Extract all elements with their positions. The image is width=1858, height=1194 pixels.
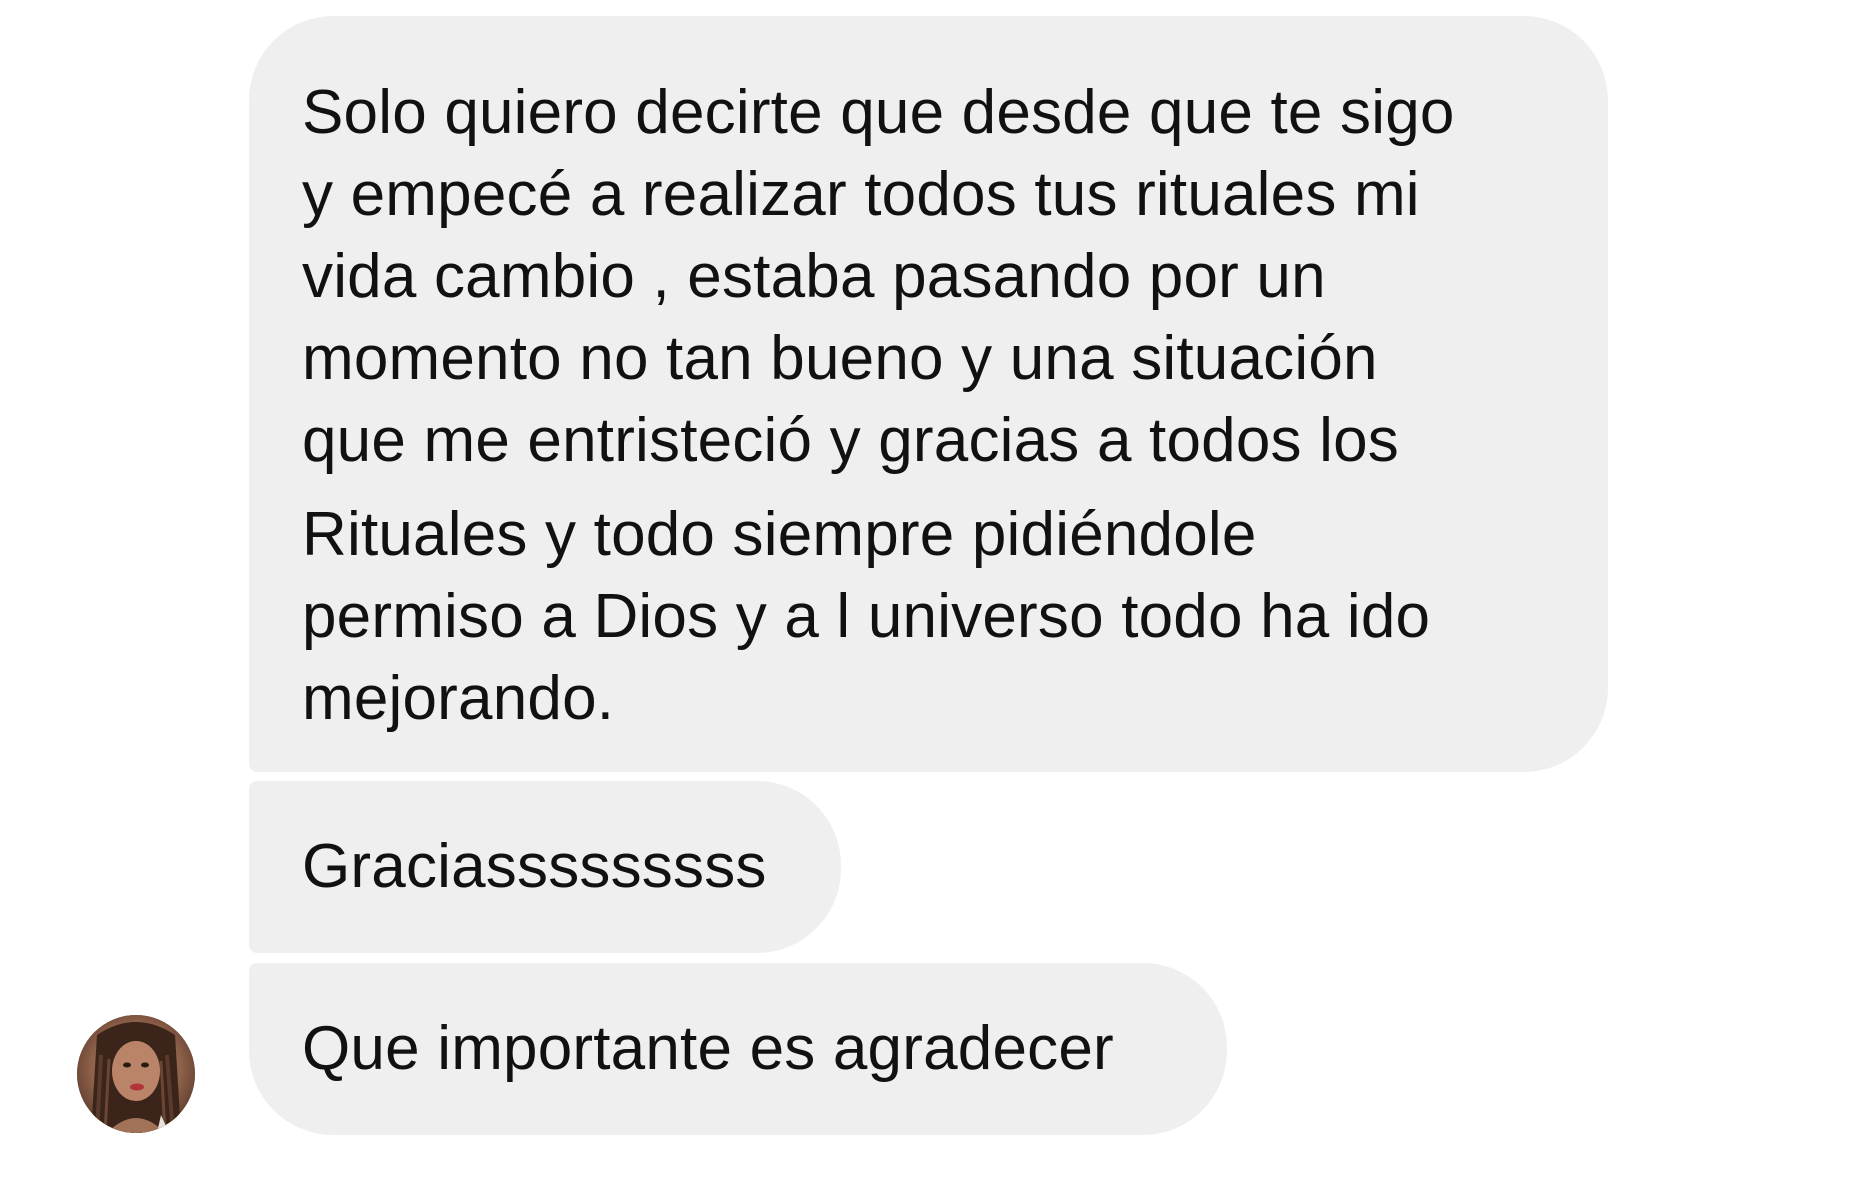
message-bubble[interactable]: Solo quiero decirte que desde que te sig…: [249, 16, 1608, 772]
message-line: mejorando.: [302, 664, 615, 733]
message-line: y empecé a realizar todos tus rituales m…: [302, 160, 1420, 229]
message-bubble[interactable]: Graciasssssssss: [249, 781, 841, 953]
message-text: Graciasssssssss: [302, 832, 767, 901]
message-line: permiso a Dios y a l universo todo ha id…: [302, 582, 1431, 651]
profile-photo-icon: [77, 1015, 195, 1133]
message-bubble[interactable]: Que importante es agradecer: [249, 963, 1227, 1135]
message-line: momento no tan bueno y una situación: [302, 324, 1378, 393]
avatar[interactable]: [77, 1015, 195, 1133]
message-text: Que importante es agradecer: [302, 1014, 1114, 1083]
message-line: Solo quiero decirte que desde que te sig…: [302, 78, 1455, 147]
message-line: Rituales y todo siempre pidiéndole: [302, 500, 1257, 569]
chat-thread: Solo quiero decirte que desde que te sig…: [0, 0, 1858, 1194]
message-line: que me entristeció y gracias a todos los: [302, 406, 1399, 475]
message-line: vida cambio , estaba pasando por un: [302, 242, 1326, 311]
